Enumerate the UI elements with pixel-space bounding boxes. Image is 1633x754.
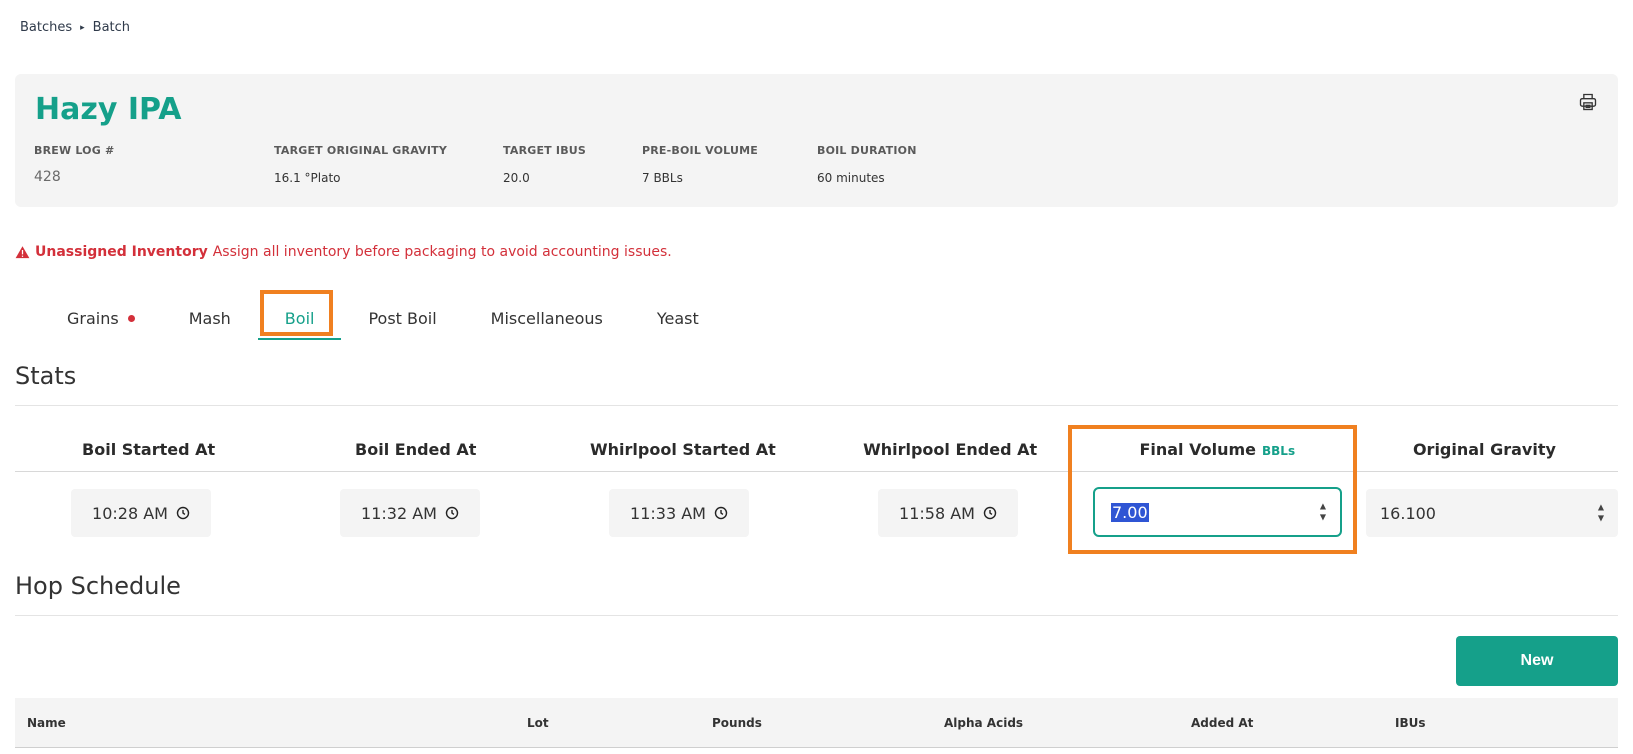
hop-schedule-divider <box>15 615 1618 616</box>
meta-value: 60 minutes <box>817 171 885 185</box>
print-icon[interactable] <box>1578 92 1598 112</box>
meta-brew-log: BREW LOG # 428 <box>34 144 114 185</box>
stepper-up-icon[interactable]: ▲ <box>1598 503 1604 512</box>
warning-title: Unassigned Inventory <box>35 244 208 260</box>
time-value: 11:58 AM <box>899 503 975 523</box>
col-original-gravity: Original Gravity <box>1412 440 1556 459</box>
meta-target-og: TARGET ORIGINAL GRAVITY 16.1 °Plato <box>274 144 447 185</box>
col-boil-ended: Boil Ended At <box>355 440 477 459</box>
alert-dot-icon <box>127 314 135 322</box>
warning-icon <box>15 245 30 258</box>
meta-boil-duration: BOIL DURATION 60 minutes <box>817 144 917 185</box>
boil-tab-highlight-box <box>260 290 333 336</box>
final-volume-value: 7.00 <box>1111 502 1149 522</box>
th-name[interactable]: Name <box>27 716 66 730</box>
whirlpool-ended-input[interactable]: 11:58 AM <box>878 489 1018 537</box>
meta-label: PRE-BOIL VOLUME <box>642 144 758 157</box>
batch-title: Hazy IPA <box>35 92 182 127</box>
meta-value: 7 BBLs <box>642 171 683 185</box>
clock-icon[interactable] <box>445 506 459 520</box>
whirlpool-started-input[interactable]: 11:33 AM <box>609 489 749 537</box>
tab-post-boil[interactable]: Post Boil <box>341 296 463 340</box>
unassigned-inventory-warning: Unassigned Inventory Assign all inventor… <box>15 244 672 260</box>
tab-miscellaneous[interactable]: Miscellaneous <box>464 296 630 340</box>
meta-value: 16.1 °Plato <box>274 171 341 185</box>
meta-value: 428 <box>34 169 61 185</box>
tab-yeast[interactable]: Yeast <box>630 296 726 340</box>
breadcrumb-batches-link[interactable]: Batches <box>20 20 72 35</box>
time-value: 10:28 AM <box>92 503 168 523</box>
time-value: 11:33 AM <box>630 503 706 523</box>
original-gravity-input[interactable]: 16.100 ▲ ▼ <box>1366 489 1618 537</box>
th-ibus[interactable]: IBUs <box>1395 716 1426 730</box>
meta-label: TARGET ORIGINAL GRAVITY <box>274 144 448 157</box>
breadcrumb: Batches ▸ Batch <box>20 20 130 35</box>
meta-target-ibus: TARGET IBUS 20.0 <box>503 144 586 185</box>
breadcrumb-current: Batch <box>92 20 131 35</box>
th-lot[interactable]: Lot <box>527 716 549 730</box>
tab-label: Miscellaneous <box>490 308 603 328</box>
clock-icon[interactable] <box>714 506 728 520</box>
meta-label: TARGET IBUS <box>503 144 587 157</box>
stats-title: Stats <box>15 362 77 390</box>
tab-mash[interactable]: Mash <box>162 296 258 340</box>
th-added-at[interactable]: Added At <box>1191 716 1253 730</box>
number-stepper[interactable]: ▲ ▼ <box>1320 502 1326 522</box>
tab-label: Yeast <box>656 308 699 328</box>
col-boil-started: Boil Started At <box>82 440 216 459</box>
clock-icon[interactable] <box>176 506 190 520</box>
batch-tabs: Grains Mash Boil Post Boil Miscellaneous… <box>40 296 726 340</box>
stats-header-row: Boil Started At Boil Ended At Whirlpool … <box>15 440 1618 472</box>
original-gravity-value: 16.100 <box>1380 503 1436 523</box>
new-hop-button[interactable]: New <box>1456 636 1618 686</box>
stepper-up-icon[interactable]: ▲ <box>1320 502 1326 511</box>
meta-value: 20.0 <box>503 171 530 185</box>
hop-schedule-title: Hop Schedule <box>15 572 181 600</box>
boil-started-input[interactable]: 10:28 AM <box>71 489 211 537</box>
stepper-down-icon[interactable]: ▼ <box>1598 514 1604 523</box>
th-pounds[interactable]: Pounds <box>712 716 762 730</box>
warning-message: Assign all inventory before packaging to… <box>212 244 672 260</box>
tab-label: Post Boil <box>368 308 437 328</box>
boil-ended-input[interactable]: 11:32 AM <box>340 489 480 537</box>
tab-label: Mash <box>188 308 231 328</box>
th-alpha-acids[interactable]: Alpha Acids <box>944 716 1023 730</box>
time-value: 11:32 AM <box>361 503 437 523</box>
stats-divider <box>15 405 1618 406</box>
clock-icon[interactable] <box>983 506 997 520</box>
col-whirlpool-started: Whirlpool Started At <box>590 440 776 459</box>
meta-pre-boil-volume: PRE-BOIL VOLUME 7 BBLs <box>642 144 758 185</box>
col-whirlpool-ended: Whirlpool Ended At <box>863 440 1038 459</box>
hop-table-header: Name Lot Pounds Alpha Acids Added At IBU… <box>15 698 1618 748</box>
stepper-down-icon[interactable]: ▼ <box>1320 513 1326 522</box>
number-stepper[interactable]: ▲ ▼ <box>1598 503 1604 523</box>
breadcrumb-separator-icon: ▸ <box>80 22 85 33</box>
tab-grains[interactable]: Grains <box>40 296 162 340</box>
meta-label: BOIL DURATION <box>817 144 917 157</box>
meta-label: BREW LOG # <box>34 144 115 157</box>
final-volume-input[interactable]: 7.00 ▲ ▼ <box>1093 487 1342 537</box>
tab-label: Grains <box>67 308 119 328</box>
batch-header-card: Hazy IPA BREW LOG # 428 TARGET ORIGINAL … <box>15 74 1618 207</box>
